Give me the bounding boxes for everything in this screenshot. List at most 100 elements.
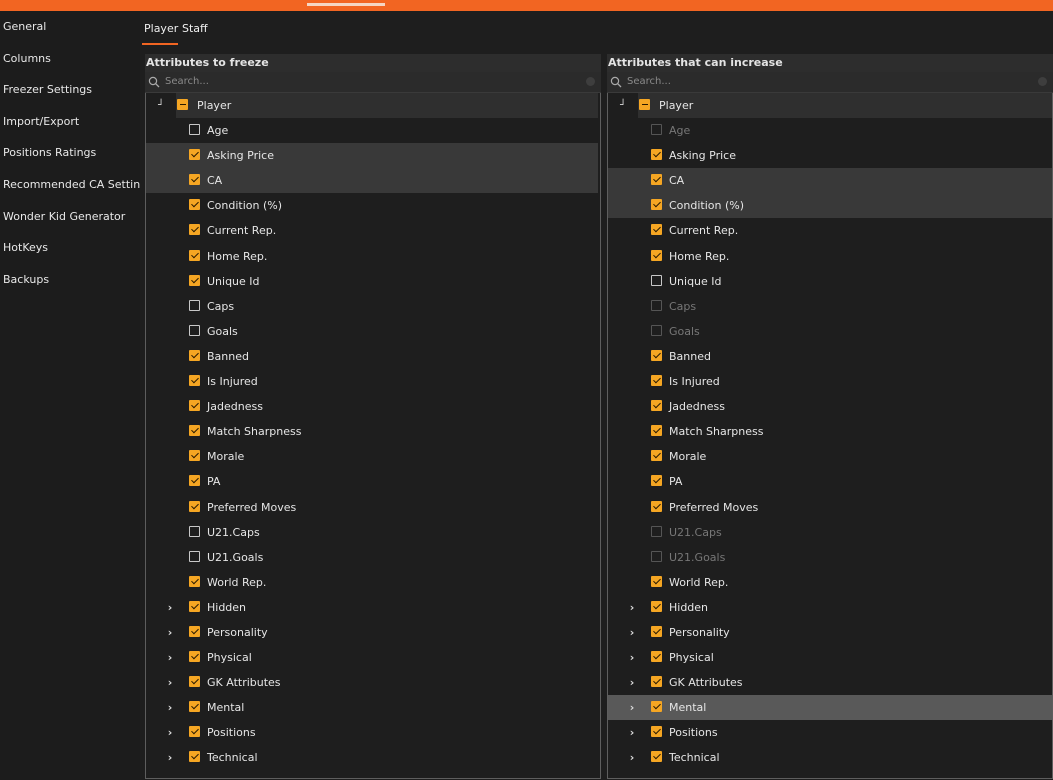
unique-id-checkbox[interactable] [651,274,662,286]
tab-player[interactable]: Player [144,22,178,35]
tree-item-morale[interactable]: Morale [608,444,1052,469]
morale-checkbox[interactable] [189,450,200,462]
expand-chevron-icon[interactable]: › [163,595,177,620]
condition-checkbox[interactable] [189,199,200,211]
tree-item-home-rep[interactable]: Home Rep. [608,244,1052,269]
tree-group-positions[interactable]: › Positions [608,720,1052,745]
clear-search-icon[interactable] [586,77,595,86]
tree-item-pa[interactable]: PA [608,469,1052,494]
tree-item-ca[interactable]: CA [146,168,598,194]
asking-price-checkbox[interactable] [189,149,200,161]
current-rep-checkbox[interactable] [651,224,662,236]
tree-item-goals[interactable]: Goals [146,319,598,344]
expand-chevron-icon[interactable]: › [625,595,639,620]
sidebar-item-positions-ratings[interactable]: Positions Ratings [0,137,140,169]
expand-chevron-icon[interactable]: › [625,645,639,670]
tree-group-gk-attributes[interactable]: › GK Attributes [608,670,1052,695]
expand-chevron-icon[interactable]: › [163,645,177,670]
tree-item-asking-price[interactable]: Asking Price [608,143,1052,168]
expand-chevron-icon[interactable]: › [163,670,177,695]
expand-chevron-icon[interactable]: › [625,670,639,695]
banned-checkbox[interactable] [651,349,662,361]
tree-item-preferred-moves[interactable]: Preferred Moves [608,495,1052,520]
u21-caps-checkbox[interactable] [189,525,200,537]
tree-root-player[interactable]: ┘ Player [146,93,598,118]
goals-checkbox[interactable] [189,324,200,336]
collapse-arrow-icon[interactable]: ┘ [154,93,168,118]
gk-attributes-checkbox[interactable] [189,676,200,688]
current-rep-checkbox[interactable] [189,224,200,236]
expand-chevron-icon[interactable]: › [625,620,639,645]
tree-item-asking-price[interactable]: Asking Price [146,143,598,169]
tree-item-current-rep[interactable]: Current Rep. [608,218,1052,243]
sidebar-item-columns[interactable]: Columns [0,43,140,75]
jadedness-checkbox[interactable] [189,400,200,412]
tree-group-personality[interactable]: › Personality [608,620,1052,645]
sidebar-item-freezer-settings[interactable]: Freezer Settings [0,74,140,106]
home-rep-checkbox[interactable] [189,249,200,261]
tree-item-condition[interactable]: Condition (%) [146,193,598,218]
player-checkbox[interactable] [177,99,188,110]
tree-item-jadedness[interactable]: Jadedness [608,394,1052,419]
asking-price-checkbox[interactable] [651,149,662,161]
search-input[interactable] [627,74,1027,89]
clear-search-icon[interactable] [1038,77,1047,86]
tree-group-personality[interactable]: › Personality [146,620,598,645]
u21-goals-checkbox[interactable] [189,550,200,562]
physical-checkbox[interactable] [651,651,662,663]
tree-item-pa[interactable]: PA [146,469,598,494]
tree-group-mental[interactable]: › Mental [608,695,1052,721]
match-sharpness-checkbox[interactable] [189,425,200,437]
tree-item-match-sharpness[interactable]: Match Sharpness [146,419,598,444]
tree-item-is-injured[interactable]: Is Injured [608,369,1052,394]
morale-checkbox[interactable] [651,450,662,462]
positions-checkbox[interactable] [189,726,200,738]
mental-checkbox[interactable] [651,701,662,713]
tree-item-morale[interactable]: Morale [146,444,598,469]
sidebar-item-backups[interactable]: Backups [0,264,140,296]
tree-item-world-rep[interactable]: World Rep. [146,570,598,595]
tree-item-jadedness[interactable]: Jadedness [146,394,598,419]
tree-group-technical[interactable]: › Technical [146,745,598,770]
sidebar-item-wonder-kid-generator[interactable]: Wonder Kid Generator [0,201,140,233]
is-injured-checkbox[interactable] [189,375,200,387]
sidebar-item-hotkeys[interactable]: HotKeys [0,232,140,264]
tab-staff[interactable]: Staff [182,22,208,35]
personality-checkbox[interactable] [189,625,200,637]
expand-chevron-icon[interactable]: › [625,745,639,770]
technical-checkbox[interactable] [651,751,662,763]
caps-checkbox[interactable] [189,299,200,311]
tree-group-physical[interactable]: › Physical [146,645,598,670]
expand-chevron-icon[interactable]: › [625,695,639,720]
tree-group-positions[interactable]: › Positions [146,720,598,745]
age-checkbox[interactable] [189,124,200,136]
hidden-checkbox[interactable] [189,600,200,612]
tree-item-world-rep[interactable]: World Rep. [608,570,1052,595]
pa-checkbox[interactable] [651,475,662,487]
unique-id-checkbox[interactable] [189,274,200,286]
ca-checkbox[interactable] [189,174,200,186]
preferred-moves-checkbox[interactable] [651,500,662,512]
collapse-arrow-icon[interactable]: ┘ [616,93,630,118]
tree-item-unique-id[interactable]: Unique Id [608,269,1052,294]
tree-item-is-injured[interactable]: Is Injured [146,369,598,394]
window-drag-handle[interactable] [307,3,385,6]
condition-checkbox[interactable] [651,199,662,211]
preferred-moves-checkbox[interactable] [189,500,200,512]
tree-item-home-rep[interactable]: Home Rep. [146,244,598,269]
expand-chevron-icon[interactable]: › [163,745,177,770]
expand-chevron-icon[interactable]: › [163,720,177,745]
tree-item-banned[interactable]: Banned [608,344,1052,369]
tree-group-gk-attributes[interactable]: › GK Attributes [146,670,598,695]
tree-item-preferred-moves[interactable]: Preferred Moves [146,495,598,520]
tree-item-caps[interactable]: Caps [146,294,598,319]
is-injured-checkbox[interactable] [651,375,662,387]
tree-item-ca[interactable]: CA [608,168,1052,194]
tree-item-u21-caps[interactable]: U21.Caps [146,520,598,545]
ca-checkbox[interactable] [651,174,662,186]
positions-checkbox[interactable] [651,726,662,738]
tree-item-current-rep[interactable]: Current Rep. [146,218,598,243]
mental-checkbox[interactable] [189,701,200,713]
tree-group-hidden[interactable]: › Hidden [146,595,598,620]
personality-checkbox[interactable] [651,625,662,637]
